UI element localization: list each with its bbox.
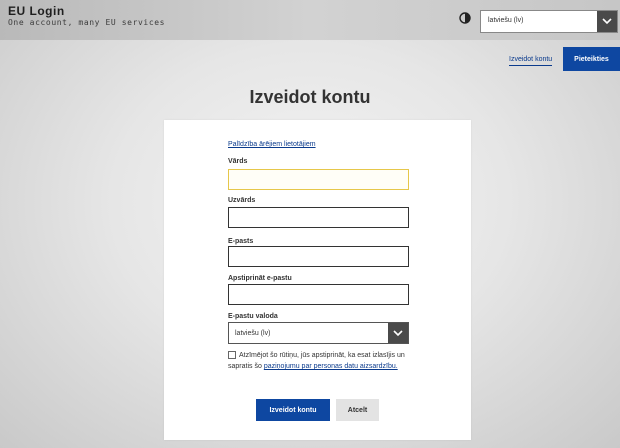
first-name-input[interactable]: [228, 169, 409, 190]
last-name-label: Uzvārds: [228, 197, 256, 204]
last-name-input[interactable]: [228, 207, 409, 228]
registration-form: Palīdzība ārējiem lietotājiem Vārds Uzvā…: [164, 120, 471, 440]
top-bar: EU Login One account, many EU services l…: [0, 0, 620, 40]
email-language-select[interactable]: latviešu (lv): [228, 322, 409, 344]
language-select-value: latviešu (lv): [488, 17, 524, 24]
login-button[interactable]: Pieteikties: [563, 47, 620, 71]
app-subtitle: One account, many EU services: [8, 18, 166, 27]
email-label: E-pasts: [228, 238, 254, 245]
create-account-button[interactable]: Izveidot kontu: [256, 399, 330, 421]
consent-text-block: Atzīmējot šo rūtiņu, jūs apstiprināt, ka…: [228, 350, 414, 372]
create-account-link[interactable]: Izveidot kontu: [509, 56, 553, 66]
privacy-notice-link[interactable]: paziņojumu par personas datu aizsardzību…: [264, 363, 398, 370]
email-input[interactable]: [228, 246, 409, 267]
consent-checkbox[interactable]: [228, 351, 236, 359]
help-link[interactable]: Palīdzība ārējiem lietotājiem: [228, 141, 316, 148]
language-select[interactable]: latviešu (lv): [480, 10, 618, 33]
first-name-label: Vārds: [228, 158, 248, 165]
confirm-email-input[interactable]: [228, 284, 409, 305]
app-title: EU Login: [8, 4, 65, 18]
cancel-button[interactable]: Atcelt: [336, 399, 379, 421]
confirm-email-label: Apstiprināt e-pastu: [228, 275, 292, 282]
email-language-value: latviešu (lv): [235, 330, 271, 337]
page-title: Izveidot kontu: [249, 87, 371, 107]
email-language-label: E-pastu valoda: [228, 313, 278, 320]
contrast-icon[interactable]: [459, 12, 471, 24]
chevron-down-icon[interactable]: [597, 11, 617, 32]
chevron-down-icon[interactable]: [388, 323, 408, 343]
